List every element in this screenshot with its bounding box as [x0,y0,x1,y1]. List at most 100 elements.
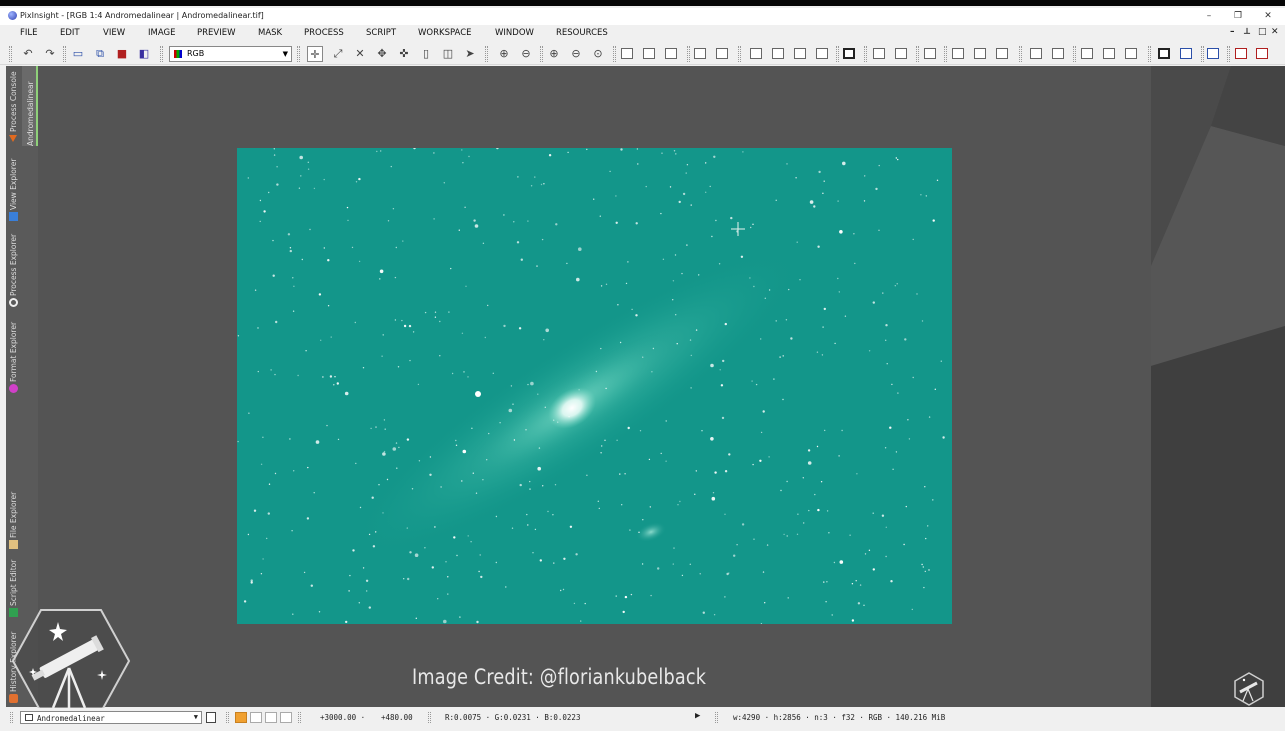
toolbar-grip[interactable] [63,46,66,62]
explorer-icon[interactable] [1030,48,1042,59]
doc-icon[interactable] [1081,48,1093,59]
swatch-orange[interactable] [235,712,247,723]
mdi-minimize-button[interactable]: – [1230,27,1235,37]
mask-invert-icon[interactable] [643,48,655,59]
stf-active-icon[interactable] [843,48,855,59]
statusbar-grip[interactable] [428,712,431,723]
swatch-empty-2[interactable] [265,712,277,723]
menu-image[interactable]: IMAGE [148,28,175,38]
toolbar-grip[interactable] [687,46,690,62]
zoom-to-fit-icon[interactable]: ⤢ [330,46,346,62]
tab-file-explorer[interactable]: File Explorer [8,486,20,538]
process-b-icon[interactable] [974,48,986,59]
rgb-channels-icon[interactable]: ■ [114,46,130,62]
view-selector[interactable]: Andromedalinear ▼ [20,711,202,724]
process-a-icon[interactable] [952,48,964,59]
explorer-alt-icon[interactable] [1052,48,1064,59]
zoom-in-alt-icon[interactable]: ⊕ [546,46,562,62]
restore-button[interactable]: ❐ [1231,9,1245,23]
tab-script-editor[interactable]: Script Editor [8,556,20,606]
toolbar-grip[interactable] [1148,46,1151,62]
minimize-button[interactable]: – [1202,9,1216,23]
zoom-in-icon[interactable]: ⊕ [496,46,512,62]
menu-file[interactable]: FILE [20,28,38,38]
layout-alt-icon[interactable] [716,48,728,59]
toolbar-grip[interactable] [613,46,616,62]
mdi-close-button[interactable]: ✕ [1271,27,1279,37]
swatch-empty-1[interactable] [250,712,262,723]
process-icon[interactable] [924,48,936,59]
view-toggle-icon[interactable] [206,712,216,723]
menu-workspace[interactable]: WORKSPACE [418,28,472,38]
toolbar-grip[interactable] [1019,46,1022,62]
zoom-1-1-icon[interactable]: ⊙ [590,46,606,62]
menu-view[interactable]: VIEW [103,28,125,38]
statusbar-grip[interactable] [226,712,229,723]
toolbar-grip[interactable] [1201,46,1204,62]
stf-reset-icon[interactable] [772,48,784,59]
toolbar-grip[interactable] [864,46,867,62]
toolbar-grip[interactable] [944,46,947,62]
zoom-out-alt-icon[interactable]: ⊖ [568,46,584,62]
script-run-icon[interactable] [895,48,907,59]
mask-show-icon[interactable] [621,48,633,59]
statusbar-grip[interactable] [715,712,718,723]
process-c-icon[interactable] [996,48,1008,59]
play-icon[interactable]: ▶ [695,711,700,721]
toolbar-grip[interactable] [540,46,543,62]
toolbar-grip[interactable] [1227,46,1230,62]
channel-select[interactable]: RGB ▼ [169,46,292,62]
toolbar-grip[interactable] [485,46,488,62]
preview-icon[interactable]: ▭ [70,46,86,62]
doc-alt-icon[interactable] [1103,48,1115,59]
image-view-andromedalinear[interactable] [237,148,952,624]
script-icon[interactable] [873,48,885,59]
mdi-shade-button[interactable]: ⟂ [1244,27,1250,37]
layout-icon[interactable] [694,48,706,59]
page-icon[interactable]: ▯ [418,46,434,62]
stf-auto-icon[interactable] [816,48,828,59]
mdi-maximize-button[interactable]: □ [1258,27,1267,37]
workspace-2-icon[interactable] [1180,48,1192,59]
menu-script[interactable]: SCRIPT [366,28,396,38]
view-tab-andromedalinear[interactable]: Andromedalinear [25,68,37,146]
workspace-1-icon[interactable] [1158,48,1170,59]
menu-resources[interactable]: RESOURCES [556,28,608,38]
swatch-empty-3[interactable] [280,712,292,723]
select-icon[interactable]: ➤ [462,46,478,62]
toolbar-grip[interactable] [9,46,12,62]
redo-icon[interactable]: ↷ [42,46,58,62]
toolbar-grip[interactable] [160,46,163,62]
statusbar-grip[interactable] [10,712,13,723]
tab-process-console[interactable]: Process Console [8,68,20,132]
crop-icon[interactable]: ◫ [440,46,456,62]
undo-icon[interactable]: ↶ [20,46,36,62]
doc-third-icon[interactable] [1125,48,1137,59]
stf-icon[interactable] [750,48,762,59]
workspace-5-icon[interactable] [1256,48,1268,59]
menu-edit[interactable]: EDIT [60,28,80,38]
close-button[interactable]: ✕ [1261,9,1275,23]
workspace-4-icon[interactable] [1235,48,1247,59]
center-icon[interactable]: ✜ [396,46,412,62]
tab-format-explorer[interactable]: Format Explorer [8,316,20,382]
menu-mask[interactable]: MASK [258,28,282,38]
toolbar-grip[interactable] [297,46,300,62]
stf-link-icon[interactable] [794,48,806,59]
readout-icon[interactable]: ✛ [307,46,323,62]
window-icon[interactable] [665,48,677,59]
toolbar-grip[interactable] [1073,46,1076,62]
pan-icon[interactable]: ✥ [374,46,390,62]
workspace-3-icon[interactable] [1207,48,1219,59]
toolbar-grip[interactable] [916,46,919,62]
fit-view-icon[interactable]: ✕ [352,46,368,62]
new-instance-icon[interactable]: ⧉ [92,46,108,62]
color-calibration-icon[interactable]: ◧ [136,46,152,62]
tab-process-explorer[interactable]: Process Explorer [8,230,20,296]
statusbar-grip[interactable] [298,712,301,723]
toolbar-grip[interactable] [836,46,839,62]
menu-window[interactable]: WINDOW [495,28,534,38]
menu-preview[interactable]: PREVIEW [197,28,236,38]
tab-view-explorer[interactable]: View Explorer [8,154,20,210]
menu-process[interactable]: PROCESS [304,28,344,38]
